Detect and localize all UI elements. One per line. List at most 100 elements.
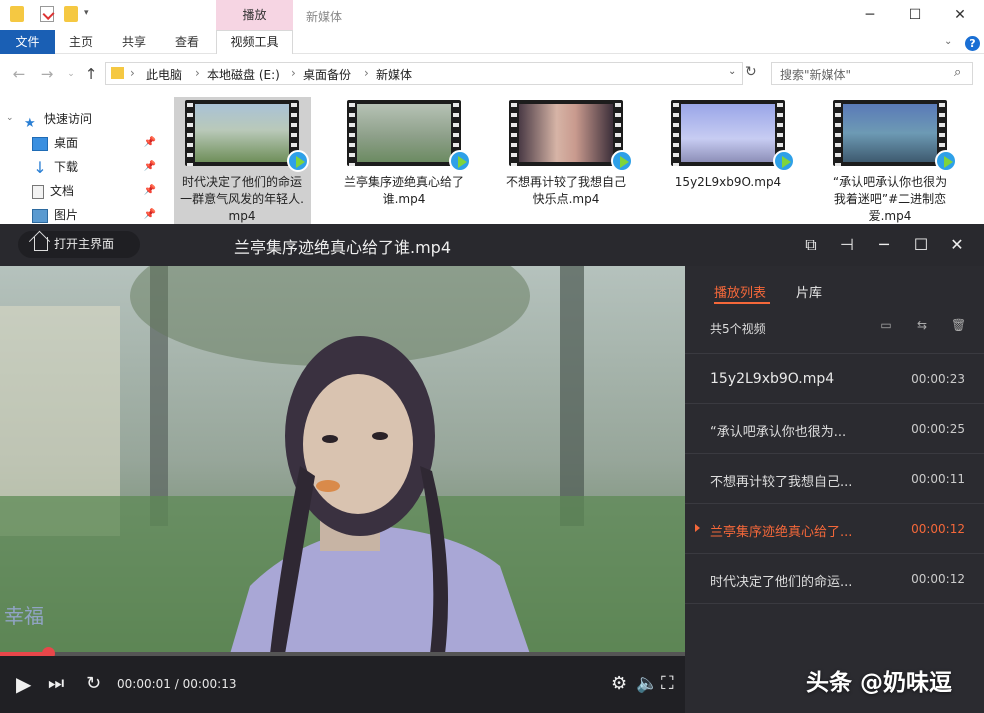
tab-playlist[interactable]: 播放列表 [714,282,766,301]
recent-dropdown-icon[interactable]: ⌄ [62,64,80,84]
settings-icon[interactable]: ⚙ [611,673,627,695]
file-item[interactable]: 15y2L9xb9O.mp4 [666,100,795,191]
star-icon: ★ [24,115,36,131]
nav-item-downloads[interactable]: ↓ 下载 📌 [32,156,156,178]
open-folder-icon[interactable]: ▭ [879,318,893,332]
breadcrumb-drive[interactable]: 本地磁盘 (E:) [207,66,280,83]
download-icon: ↓ [33,157,47,177]
file-item[interactable]: 不想再计较了我想自己快乐点.mp4 [504,100,633,208]
nav-item-documents[interactable]: 文档 📌 [32,180,156,202]
search-input[interactable]: 搜索"新媒体" [771,62,973,85]
playlist-item-name: 15y2L9xb9O.mp4 [710,371,835,387]
minimize-icon[interactable]: ─ [848,2,892,28]
playlist-item-duration: 00:00:12 [911,522,965,536]
playlist-row[interactable]: 15y2L9xb9O.mp4 00:00:23 [685,354,984,404]
playlist-item-duration: 00:00:25 [911,422,965,436]
mini-mode-icon[interactable]: ⧉ [800,234,822,256]
pin-icon: 📌 [143,137,156,148]
breadcrumb-new-media[interactable]: 新媒体 [376,66,412,83]
refresh-icon[interactable]: ↻ [745,64,757,80]
video-count: 共5个视频 [710,322,766,336]
file-name: 时代决定了他们的命运一群意气风发的年轻人.mp4 [180,175,304,223]
player-close-icon[interactable]: ✕ [946,234,968,256]
tab-play-context[interactable]: 播放 [216,0,293,30]
control-bar [0,656,685,713]
tab-file[interactable]: 文件 [0,30,55,54]
properties-icon[interactable] [40,6,54,22]
player-icon [287,150,309,172]
forward-icon[interactable]: → [38,64,56,84]
loop-icon[interactable]: ↻ [86,673,101,695]
nav-item-label: 图片 [54,208,79,222]
nav-item-pictures[interactable]: 图片 📌 [32,204,156,226]
document-icon [32,184,44,199]
new-folder-icon[interactable] [64,6,78,22]
nav-quick-access[interactable]: ★ 快速访问 [24,108,93,131]
nav-item-desktop[interactable]: 桌面 📌 [32,132,156,154]
nav-item-label: 文档 [50,184,75,198]
next-icon[interactable]: ⏭ [48,673,64,695]
file-item[interactable]: 兰亭集序迹绝真心给了谁.mp4 [342,100,471,208]
window-title: 新媒体 [306,10,343,24]
play-icon[interactable]: ▶ [16,673,31,695]
delete-icon[interactable]: 🗑 [951,318,966,332]
maximize-icon[interactable]: ☐ [893,2,937,28]
breadcrumb-separator: › [130,66,135,80]
current-time: 00:00:01 [117,677,171,691]
add-file-icon[interactable]: ⇆ [915,318,929,332]
playlist-item-name: 兰亭集序迹绝真心给了... [710,525,853,540]
time-display: 00:00:01 / 00:00:13 [117,677,236,691]
video-thumbnail [671,100,795,172]
playlist-item-duration: 00:00:11 [911,472,965,486]
breadcrumb-this-pc[interactable]: 此电脑 [146,66,182,83]
time-separator: / [170,677,183,691]
playlist-row[interactable]: 不想再计较了我想自己... 00:00:11 [685,454,984,504]
player-icon [449,150,471,172]
player-maximize-icon[interactable]: ☐ [910,234,932,256]
playlist-row[interactable]: 时代决定了他们的命运... 00:00:12 [685,554,984,604]
home-icon [34,237,48,251]
close-icon[interactable]: ✕ [938,2,982,28]
pin-icon: 📌 [143,161,156,172]
video-thumbnail [185,100,309,172]
tab-library[interactable]: 片库 [796,282,822,301]
up-icon[interactable]: ↑ [82,64,100,84]
tab-home[interactable]: 主页 [58,30,104,54]
search-icon[interactable]: ⌕ [954,65,961,80]
playlist-item-name: 时代决定了他们的命运... [710,575,853,590]
total-time: 00:00:13 [182,677,237,691]
expand-chevron-icon[interactable]: ⌄ [6,113,14,123]
fullscreen-icon[interactable]: ⛶ [661,673,674,695]
nav-item-label: 下载 [54,160,79,174]
video-image [0,266,685,654]
address-dropdown-icon[interactable]: ⌄ [728,66,736,77]
file-item[interactable]: “承认吧承认你也很为我着迷吧”#二进制恋爱.mp4 [828,100,957,225]
pin-top-icon[interactable]: ⊣ [836,234,858,256]
back-icon[interactable]: ← [10,64,28,84]
player-minimize-icon[interactable]: ─ [873,234,895,256]
breadcrumb-desktop-backup[interactable]: 桌面备份 [303,66,351,83]
volume-icon[interactable]: 🔈 [636,673,658,695]
breadcrumb-separator: › [364,66,369,80]
help-icon[interactable]: ? [965,36,980,51]
file-name: 不想再计较了我想自己快乐点.mp4 [505,175,626,206]
player-title: 兰亭集序迹绝真心给了谁.mp4 [234,238,452,257]
video-frame[interactable] [0,266,685,654]
tab-video-tools[interactable]: 视频工具 [216,30,293,54]
customize-qat-icon[interactable]: ▾ [84,8,89,18]
playlist-item-duration: 00:00:23 [911,372,965,386]
tab-underline [714,302,770,304]
playlist-row-active[interactable]: 兰亭集序迹绝真心给了... 00:00:12 [685,504,984,554]
folder-icon [111,67,124,79]
tab-view[interactable]: 查看 [164,30,210,54]
player-icon [773,150,795,172]
video-thumbnail [347,100,471,172]
tab-share[interactable]: 共享 [111,30,157,54]
address-bar[interactable]: › 此电脑 › 本地磁盘 (E:) › 桌面备份 › 新媒体 ⌄ [105,62,743,85]
pin-icon: 📌 [143,209,156,220]
nav-quick-access-label: 快速访问 [44,112,93,126]
file-name: 15y2L9xb9O.mp4 [674,175,782,189]
file-item[interactable]: 时代决定了他们的命运一群意气风发的年轻人.mp4 [180,100,309,225]
ribbon-expand-icon[interactable]: ⌄ [944,36,952,47]
playlist-row[interactable]: “承认吧承认你也很为... 00:00:25 [685,404,984,454]
